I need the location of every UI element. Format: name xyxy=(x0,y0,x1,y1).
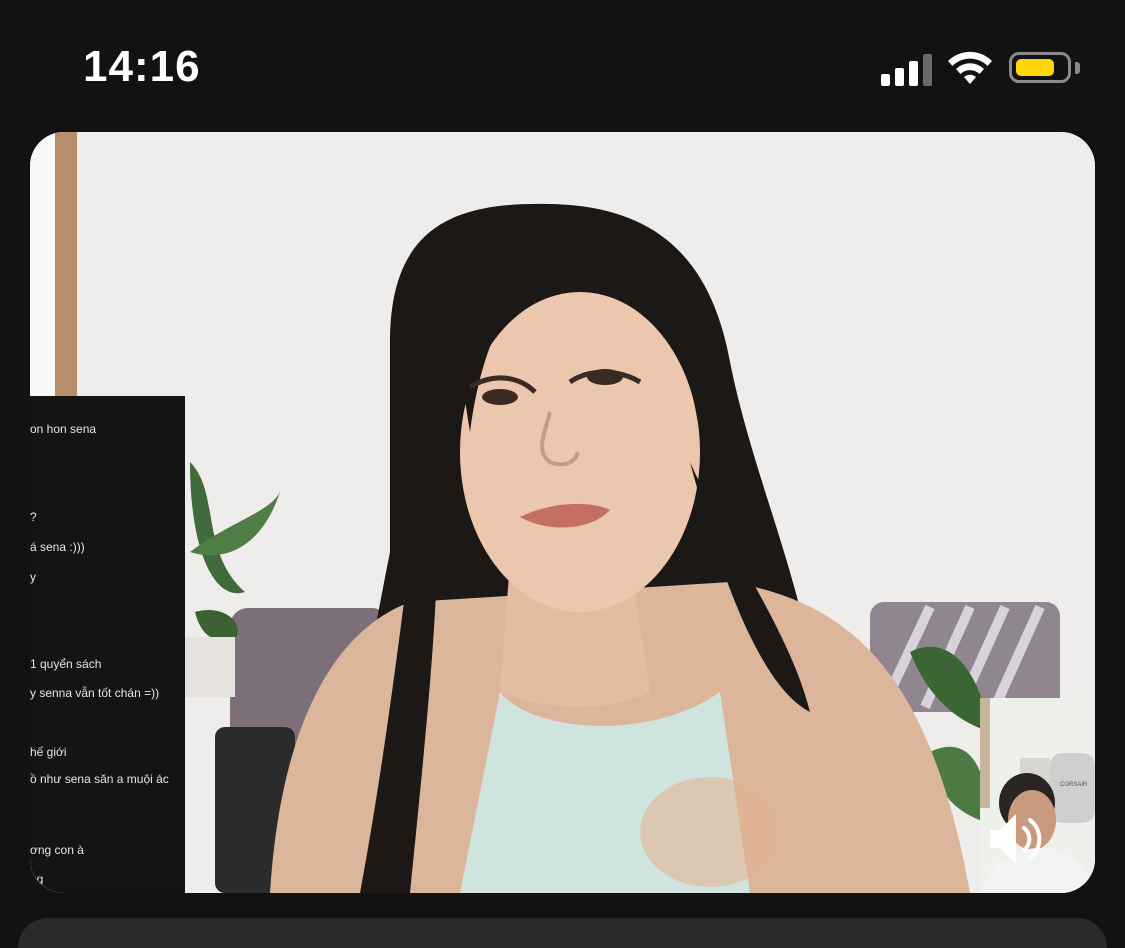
chat-overlay: on hon sena ? á sena :))) y 1 quyển sách… xyxy=(30,396,185,893)
chat-line: á sena :))) xyxy=(30,540,85,554)
chat-line: on hon sena xyxy=(30,422,97,436)
bottom-sheet-handle[interactable] xyxy=(18,918,1107,948)
remote-video-frame xyxy=(30,132,1095,893)
cellular-signal-icon xyxy=(881,52,935,86)
wifi-icon xyxy=(948,51,992,84)
chat-line: ng xyxy=(30,872,44,886)
speaker-icon[interactable] xyxy=(986,808,1048,870)
battery-level xyxy=(1016,59,1054,76)
status-time: 14:16 xyxy=(83,42,201,91)
chat-line: ồ như sena săn a muội ác xyxy=(30,772,169,786)
chat-line: 1 quyển sách xyxy=(30,657,102,671)
battery-icon xyxy=(1009,52,1071,83)
chat-line: y xyxy=(30,570,36,584)
battery-cap xyxy=(1075,62,1080,74)
chat-line: ? xyxy=(30,510,37,524)
video-feed[interactable]: on hon sena ? á sena :))) y 1 quyển sách… xyxy=(30,132,1095,893)
status-bar: 14:16 xyxy=(0,0,1125,132)
chat-line: y senna vẫn tốt chán =)) xyxy=(30,686,160,700)
corsair-label: CORSAIR xyxy=(1060,782,1088,788)
chat-line: ơng con à xyxy=(30,843,84,857)
chat-line: hế giới xyxy=(30,745,67,759)
